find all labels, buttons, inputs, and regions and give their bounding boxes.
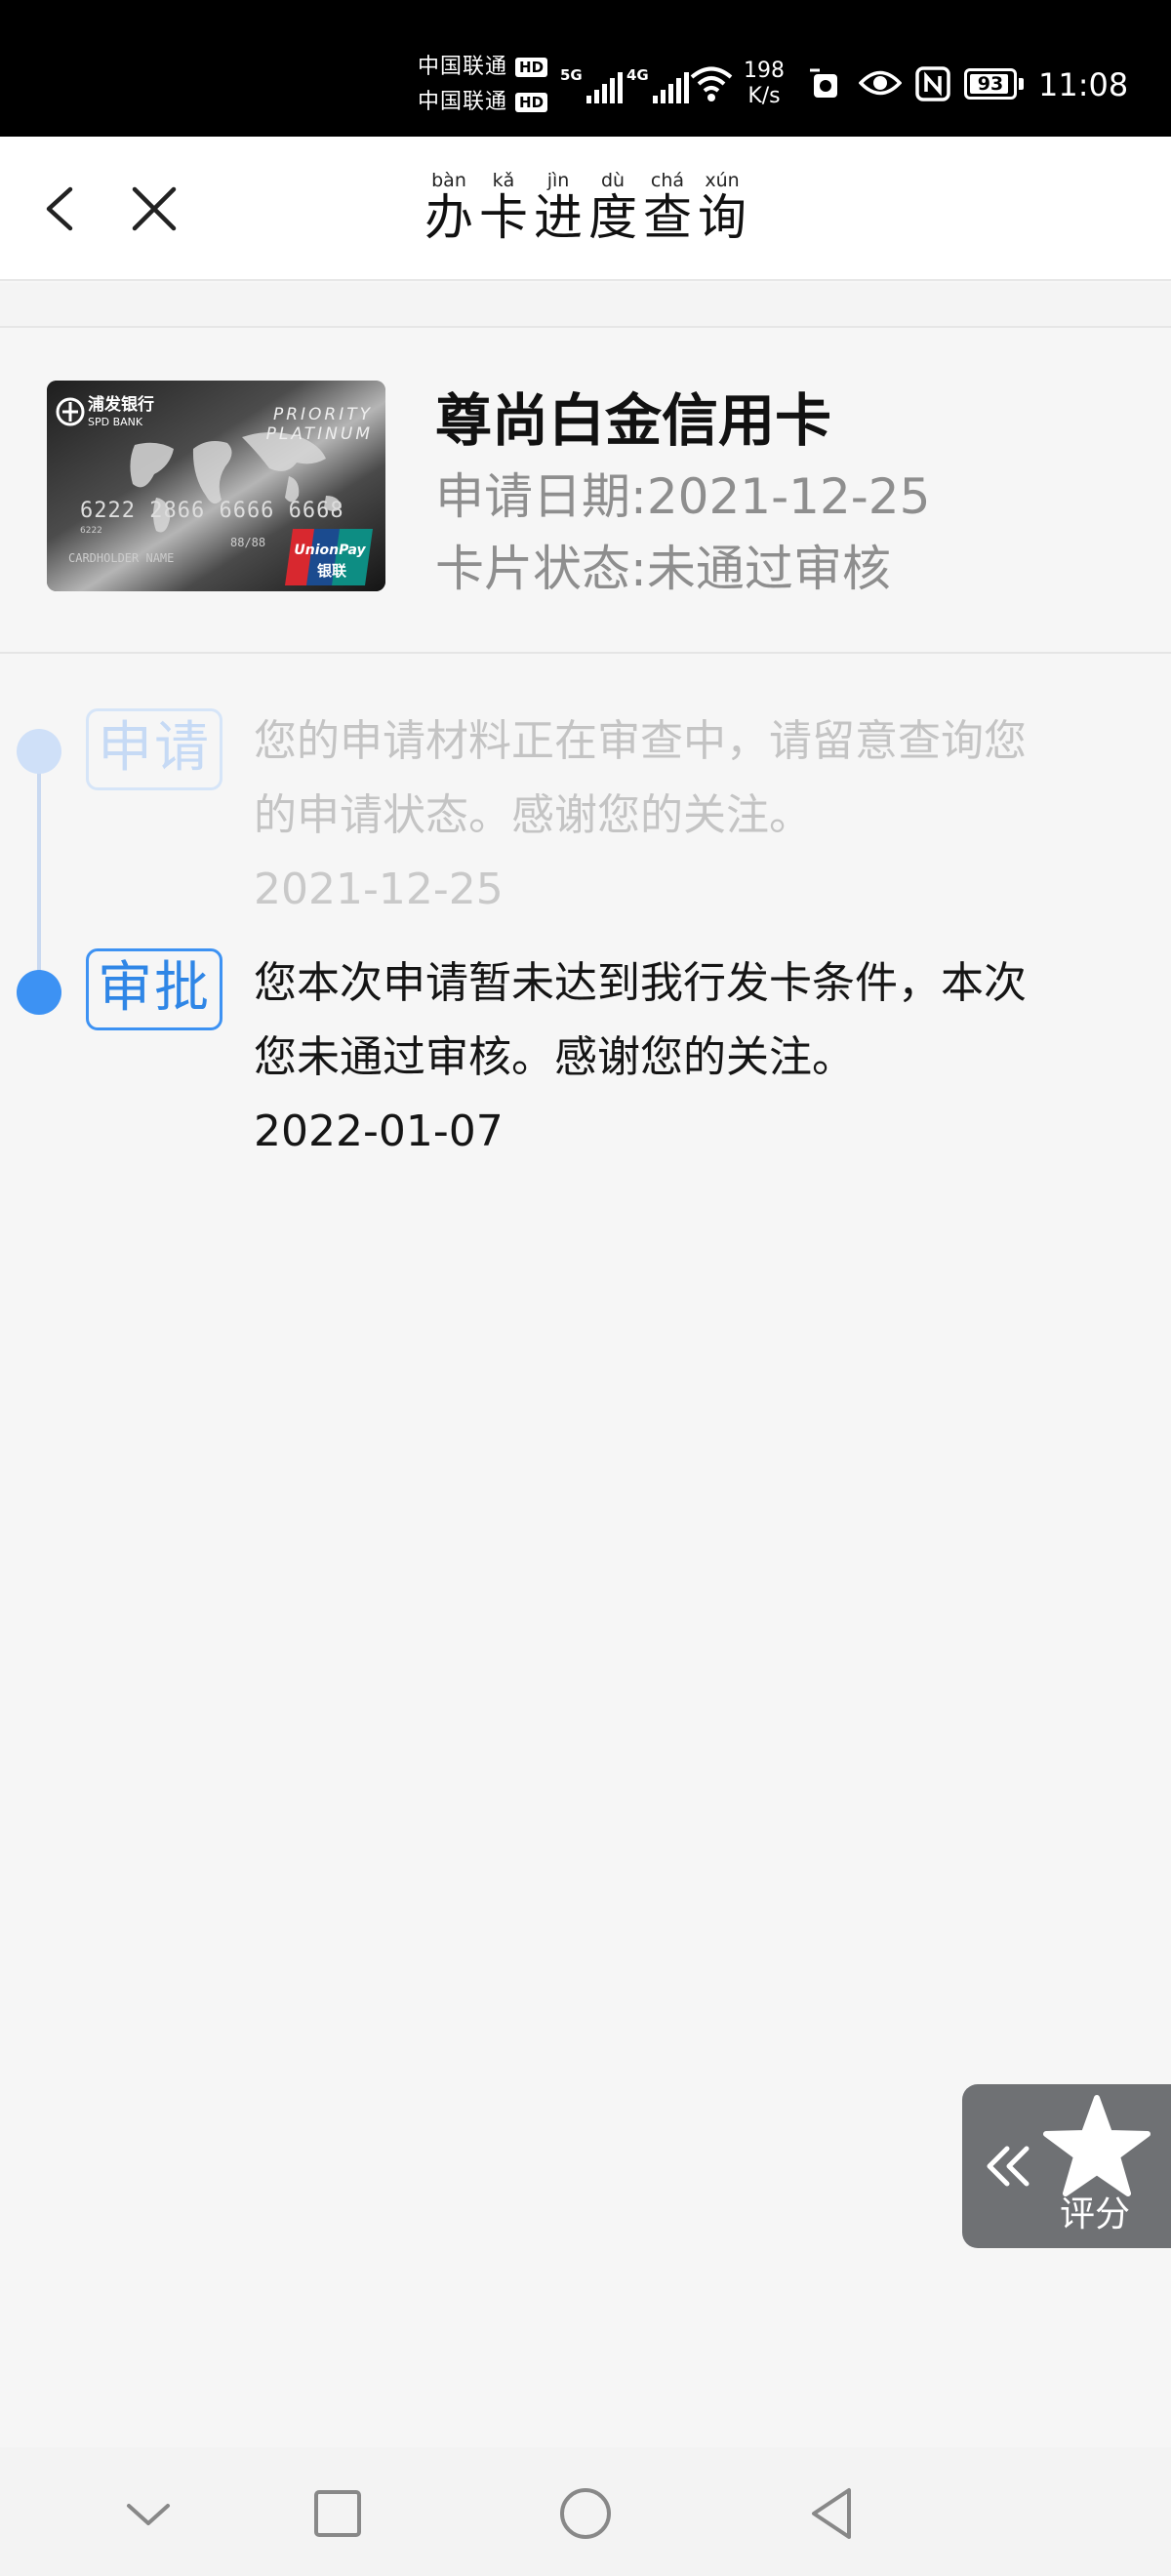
- chevron-down-icon[interactable]: [117, 2482, 180, 2545]
- stage-badge-review: 审批: [86, 948, 222, 1030]
- eye-icon: [859, 70, 902, 96]
- hd-badge: HD: [515, 58, 548, 77]
- page-header: 办bàn 卡kǎ 进jìn 度dù 查chá 询xún: [0, 137, 1171, 281]
- back-triangle-icon[interactable]: [802, 2482, 865, 2545]
- timeline-entry: 您本次申请暂未达到我行发卡条件，本次您未通过审核。感谢您的关注。 2022-01…: [254, 946, 1054, 1169]
- timeline-date: 2022-01-07: [254, 1107, 504, 1156]
- title-char: 进jìn: [534, 170, 583, 246]
- carrier-name: 中国联通: [418, 90, 508, 114]
- carrier-name: 中国联通: [418, 55, 508, 79]
- close-icon[interactable]: [125, 180, 183, 238]
- hd-badge: HD: [515, 93, 548, 112]
- card-tier-line2: PLATINUM: [266, 424, 373, 444]
- back-arrow-icon[interactable]: [35, 180, 94, 238]
- status-bar: 中国联通 HD 中国联通 HD 5G 4G 198 K/s 93 11:08: [0, 0, 1171, 137]
- application-date: 申请日期:2021-12-25: [435, 468, 931, 525]
- signal-bars-icon: [652, 72, 689, 103]
- title-char: 询xún: [698, 170, 747, 246]
- credit-card-image: 浦发银行 SPD BANK PRIORITY PLATINUM 6222 286…: [47, 381, 385, 591]
- timeline-dot-active: [17, 970, 61, 1015]
- signal-4g: 4G: [626, 62, 689, 103]
- title-char: 查chá: [643, 170, 692, 246]
- title-char: 办bàn: [424, 170, 473, 246]
- battery-level: 93: [977, 73, 1004, 95]
- timeline-date: 2021-12-25: [254, 865, 504, 914]
- carrier-info: 中国联通 HD 中国联通 HD: [418, 53, 548, 117]
- speed-value: 198: [744, 59, 785, 83]
- card-bank-name-cn: 浦发银行: [88, 394, 154, 415]
- clock: 11:08: [1038, 66, 1129, 103]
- card-bin: 6222: [80, 526, 102, 536]
- system-navigation-bar: [0, 2447, 1171, 2576]
- home-circle-icon[interactable]: [554, 2482, 617, 2545]
- card-expiry: 88/88: [230, 536, 265, 549]
- timeline-message: 您本次申请暂未达到我行发卡条件，本次您未通过审核。感谢您的关注。: [254, 958, 1027, 1082]
- speed-unit: K/s: [747, 84, 781, 108]
- timeline-dot: [17, 729, 61, 774]
- signal-5g: 5G: [560, 62, 623, 103]
- card-bank-name-en: SPD BANK: [88, 416, 143, 428]
- card-tier-line1: PRIORITY: [273, 405, 373, 424]
- stage-badge-apply: 申请: [86, 708, 222, 790]
- card-network-cn: 银联: [317, 562, 347, 580]
- card-number: 6222 2866 6666 6668: [80, 499, 344, 523]
- rating-label: 评分: [1060, 2194, 1131, 2234]
- card-product-name: 尊尚白金信用卡: [435, 387, 832, 454]
- card-network-en: UnionPay: [294, 543, 366, 558]
- title-char: 卡kǎ: [479, 170, 528, 246]
- timeline-entry: 您的申请材料正在审查中，请留意查询您的申请状态。感谢您的关注。 2021-12-…: [254, 704, 1054, 927]
- unionpay-logo-icon: UnionPay 银联: [285, 529, 373, 585]
- card-holder: CARDHOLDER NAME: [68, 551, 174, 565]
- section-divider: [0, 283, 1171, 328]
- network-label: 5G: [560, 66, 583, 84]
- card-status: 卡片状态:未通过审核: [435, 541, 891, 597]
- nfc-icon: [915, 66, 950, 101]
- notification-icon: [810, 68, 837, 98]
- recent-apps-square-icon[interactable]: [306, 2482, 369, 2545]
- network-label: 4G: [626, 66, 649, 84]
- title-char: 度dù: [588, 170, 637, 246]
- rating-button[interactable]: 评分: [962, 2084, 1171, 2248]
- star-icon: [1043, 2095, 1151, 2196]
- wifi-icon: [690, 66, 733, 101]
- signal-bars-icon: [586, 72, 623, 103]
- page-title: 办bàn 卡kǎ 进jìn 度dù 查chá 询xún: [390, 170, 781, 248]
- network-speed: 198 K/s: [744, 59, 785, 109]
- battery-cap: [1019, 78, 1024, 90]
- timeline-connector: [37, 753, 41, 993]
- battery-icon: 93: [964, 68, 1017, 100]
- carrier-row: 中国联通 HD: [418, 53, 548, 82]
- carrier-row: 中国联通 HD: [418, 88, 548, 117]
- timeline-message: 您的申请材料正在审查中，请留意查询您的申请状态。感谢您的关注。: [254, 716, 1027, 840]
- double-chevron-left-icon: [987, 2146, 1030, 2187]
- card-info-section: 浦发银行 SPD BANK PRIORITY PLATINUM 6222 286…: [0, 330, 1171, 654]
